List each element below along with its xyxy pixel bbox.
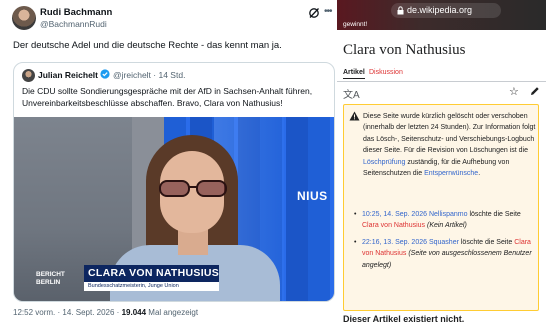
verified-badge-icon	[100, 69, 110, 79]
views-label: Mal angezeigt	[148, 308, 199, 317]
lower-third-subtitle: Bundesschatzmeisterin, Junge Union	[84, 282, 219, 291]
deletion-notice: Diese Seite wurde kürzlich gelöscht oder…	[343, 104, 539, 311]
quote-author-handle[interactable]: @jreichelt · 14 Std.	[113, 70, 185, 80]
more-dots-icon[interactable]: •••	[324, 6, 332, 17]
log-user-link[interactable]: Squasher	[429, 239, 459, 246]
banner-text: gewinnt!	[343, 21, 368, 28]
tweet-text: Der deutsche Adel und die deutsche Recht…	[13, 40, 282, 51]
quoted-tweet[interactable]: Julian Reichelt @jreichelt · 14 Std. Die…	[13, 62, 335, 302]
log-action: löschte die Seite	[460, 238, 513, 246]
meta-separator: ·	[57, 308, 61, 317]
watch-star-icon[interactable]: ☆	[509, 85, 519, 98]
tab-article[interactable]: Artikel	[343, 69, 365, 76]
quote-handle-text: @jreichelt	[113, 70, 151, 80]
warning-icon	[349, 111, 360, 121]
log-action: löschte die Seite	[469, 211, 521, 218]
log-list: 10:25, 14. Sep. 2026 Nellispanmo löschte…	[353, 209, 537, 276]
log-entry: 10:25, 14. Sep. 2026 Nellispanmo löschte…	[353, 209, 537, 232]
edit-pencil-icon[interactable]	[530, 86, 540, 96]
log-page-link[interactable]: Clara von Nathusius	[362, 222, 425, 229]
quote-author-name[interactable]: Julian Reichelt	[38, 70, 98, 80]
wikipedia-panel: de.wikipedia.org gewinnt! Clara von Nath…	[337, 0, 546, 326]
lower-third-name: CLARA VON NATHUSIUS	[84, 265, 219, 282]
tweet-panel: Rudi Bachmann @BachmannRudi ••• Der deut…	[0, 0, 337, 326]
log-entry: 22:16, 13. Sep. 2026 Squasher löschte di…	[353, 237, 537, 271]
tweet-time[interactable]: 12:52 vorm.	[13, 308, 55, 317]
language-icon[interactable]: 文A	[343, 86, 360, 101]
page-title: Clara von Nathusius	[343, 42, 466, 58]
grok-icon[interactable]	[308, 7, 320, 19]
link-entsperrwuensche[interactable]: Entsperrwünsche	[424, 170, 478, 177]
active-tab-indicator	[343, 78, 365, 79]
log-user-link[interactable]: Nellispanmo	[429, 211, 468, 218]
author-handle[interactable]: @BachmannRudi	[40, 19, 107, 29]
meta-separator: ·	[116, 308, 120, 317]
tweet-date[interactable]: 14. Sept. 2026	[62, 308, 114, 317]
link-loeschpruefung[interactable]: Löschprüfung	[363, 159, 405, 166]
channel-logo: NIUS	[297, 189, 328, 203]
log-time-link[interactable]: 10:25, 14. Sep. 2026	[362, 211, 427, 218]
notice-end: .	[478, 170, 481, 178]
article-missing-heading: Dieser Artikel existiert nicht.	[343, 314, 465, 324]
quote-time: · 14 Std.	[153, 70, 186, 80]
notice-intro: Diese Seite wurde kürzlich gelöscht oder…	[363, 113, 536, 155]
glasses	[159, 180, 227, 197]
log-reason: (Kein Artikel)	[426, 222, 467, 230]
views-count: 19.044	[121, 308, 147, 317]
notice-text: Diese Seite wurde kürzlich gelöscht oder…	[363, 111, 537, 179]
tabs-divider	[337, 81, 546, 82]
avatar[interactable]	[12, 6, 36, 30]
quote-text: Die CDU sollte Sondierungsgespräche mit …	[22, 86, 313, 108]
url-text[interactable]: de.wikipedia.org	[407, 5, 472, 15]
video-player[interactable]: NIUS BERICHT BERLIN CLARA VON NATHUSIUS …	[14, 117, 334, 301]
lock-icon	[397, 6, 404, 15]
tab-discussion[interactable]: Diskussion	[369, 69, 403, 76]
tweet-meta: 12:52 vorm. · 14. Sept. 2026 · 19.044 Ma…	[13, 308, 198, 317]
log-time-link[interactable]: 22:16, 13. Sep. 2026	[362, 239, 427, 246]
quote-avatar[interactable]	[22, 69, 35, 82]
author-name[interactable]: Rudi Bachmann	[40, 7, 112, 18]
